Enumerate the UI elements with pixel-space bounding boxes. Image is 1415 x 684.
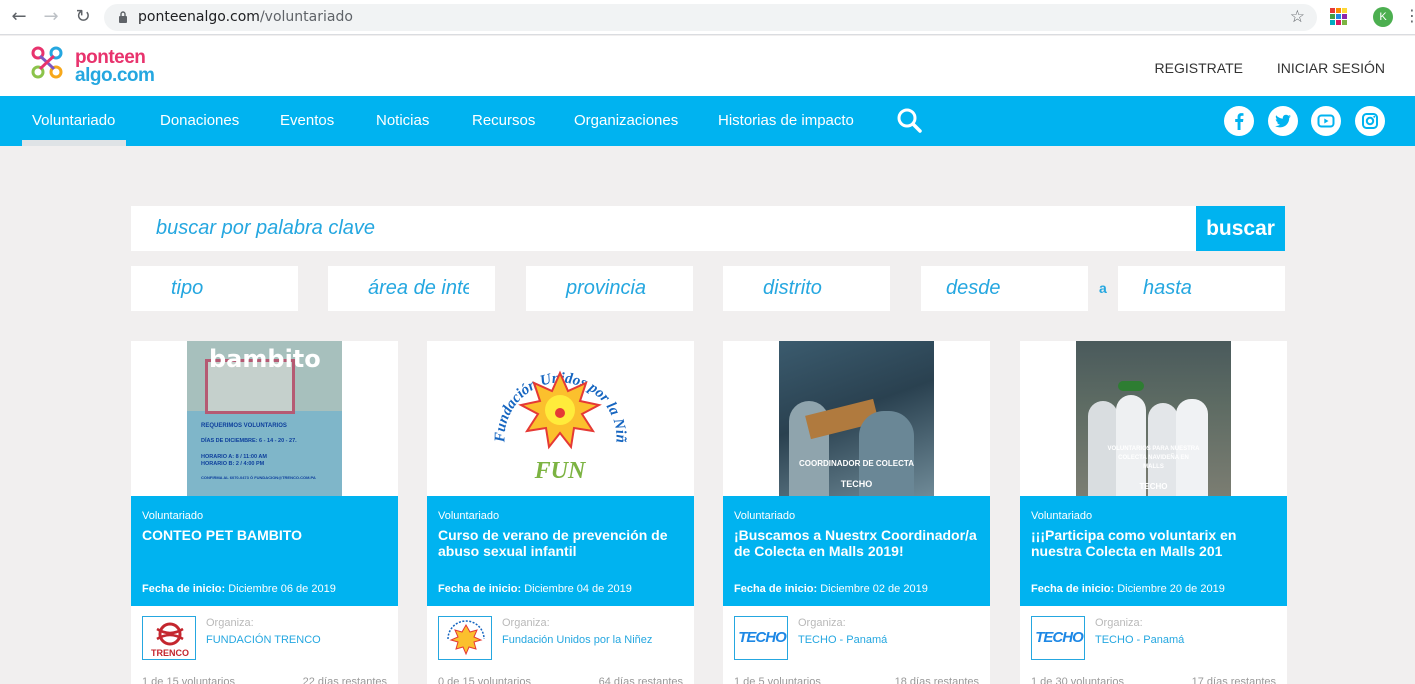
org-logo[interactable]: TECHO [734, 616, 788, 660]
filter-provincia[interactable]: provincia [526, 266, 693, 311]
date-range-separator: a [1099, 280, 1107, 296]
card-type: Voluntariado [438, 510, 500, 522]
reload-icon[interactable]: ↻ [73, 7, 93, 27]
lock-icon [119, 11, 127, 23]
volunteer-count: 1 de 15 voluntarios [142, 676, 235, 684]
account-links: REGISTRATE INICIAR SESIÓN [1125, 60, 1385, 76]
svg-text:FUN: FUN [534, 458, 587, 484]
login-link[interactable]: INICIAR SESIÓN [1277, 60, 1385, 76]
nav-item-eventos[interactable]: Eventos [280, 112, 334, 129]
card-image: VOLUNTARIOS PARA NUESTRA COLECTA NAVIDEÑ… [1076, 341, 1231, 496]
card-info-band: Voluntariado ¡Buscamos a Nuestrx Coordin… [723, 496, 990, 606]
org-name[interactable]: TECHO - Panamá [1095, 634, 1184, 646]
opportunity-card[interactable]: COORDINADOR DE COLECTA TECHO Voluntariad… [723, 341, 990, 684]
keyword-search [131, 206, 1196, 251]
forward-icon[interactable]: → [41, 7, 61, 27]
filter-area-interes[interactable]: área de interés [328, 266, 495, 311]
youtube-icon[interactable] [1311, 106, 1341, 136]
twitter-icon[interactable] [1268, 106, 1298, 136]
search-button[interactable]: buscar [1196, 206, 1285, 251]
org-label: Organiza: [798, 617, 846, 629]
back-icon[interactable]: ← [9, 7, 29, 27]
filter-tipo[interactable]: tipo [131, 266, 298, 311]
fun-logo-icon: Fundación Unidos por la Niñez FUN [483, 341, 629, 484]
card-type: Voluntariado [142, 510, 204, 522]
card-title[interactable]: Curso de verano de prevención de abuso s… [438, 527, 688, 559]
card-image: Fundación Unidos por la Niñez FUN [483, 341, 638, 496]
card-info-band: Voluntariado Curso de verano de prevenci… [427, 496, 694, 606]
profile-avatar[interactable]: K [1373, 7, 1393, 27]
volunteer-count: 0 de 15 voluntarios [438, 676, 531, 684]
browser-menu-icon[interactable]: ⋮ [1404, 7, 1415, 27]
logo-wordmark: ponteen algo.com [75, 47, 155, 86]
org-logo[interactable]: TECHO [1031, 616, 1085, 660]
main-nav: Voluntariado Donaciones Eventos Noticias… [0, 96, 1415, 146]
bookmark-star-icon[interactable]: ☆ [1290, 7, 1305, 27]
card-title[interactable]: CONTEO PET BAMBITO [142, 527, 392, 543]
nav-item-organizaciones[interactable]: Organizaciones [574, 112, 678, 129]
days-remaining: 22 días restantes [302, 676, 387, 684]
facebook-icon[interactable] [1224, 106, 1254, 136]
card-type: Voluntariado [1031, 510, 1093, 522]
url-text: ponteenalgo.com/voluntariado [138, 9, 353, 25]
card-title[interactable]: ¡¡¡Participa como voluntarix en nuestra … [1031, 527, 1281, 559]
search-input[interactable] [131, 206, 1196, 251]
filter-desde[interactable]: desde [921, 266, 1088, 311]
register-link[interactable]: REGISTRATE [1155, 60, 1243, 76]
nav-item-donaciones[interactable]: Donaciones [160, 112, 239, 129]
days-remaining: 17 días restantes [1191, 676, 1276, 684]
days-remaining: 18 días restantes [894, 676, 979, 684]
volunteer-count: 1 de 30 voluntarios [1031, 676, 1124, 684]
filter-hasta[interactable]: hasta [1118, 266, 1285, 311]
card-start-date: Fecha de inicio: Diciembre 02 de 2019 [734, 583, 928, 595]
org-name[interactable]: TECHO - Panamá [798, 634, 887, 646]
card-title[interactable]: ¡Buscamos a Nuestrx Coordinador/a de Col… [734, 527, 984, 559]
opportunity-card[interactable]: VOLUNTARIOS PARA NUESTRA COLECTA NAVIDEÑ… [1020, 341, 1287, 684]
card-info-band: Voluntariado CONTEO PET BAMBITO Fecha de… [131, 496, 398, 606]
nav-item-noticias[interactable]: Noticias [376, 112, 429, 129]
opportunity-card[interactable]: bambito REQUERIMOS VOLUNTARIOS DÍAS DE D… [131, 341, 398, 684]
card-start-date: Fecha de inicio: Diciembre 20 de 2019 [1031, 583, 1225, 595]
site-logo[interactable]: ponteen algo.com [30, 44, 160, 88]
volunteer-count: 1 de 5 voluntarios [734, 676, 821, 684]
org-label: Organiza: [502, 617, 550, 629]
browser-toolbar: ← → ↻ ponteenalgo.com/voluntariado ☆ K ⋮ [0, 0, 1415, 35]
instagram-icon[interactable] [1355, 106, 1385, 136]
address-bar[interactable]: ponteenalgo.com/voluntariado ☆ [104, 4, 1317, 31]
card-image: bambito REQUERIMOS VOLUNTARIOS DÍAS DE D… [187, 341, 342, 496]
search-icon[interactable] [896, 107, 922, 133]
org-label: Organiza: [206, 617, 254, 629]
card-type: Voluntariado [734, 510, 796, 522]
org-logo[interactable] [438, 616, 492, 660]
org-logo[interactable]: TRENCO [142, 616, 196, 660]
org-name[interactable]: Fundación Unidos por la Niñez [502, 634, 652, 646]
site-header: ponteen algo.com REGISTRATE INICIAR SESI… [0, 36, 1415, 96]
nav-item-historias[interactable]: Historias de impacto [718, 112, 854, 129]
nav-item-recursos[interactable]: Recursos [472, 112, 535, 129]
card-info-band: Voluntariado ¡¡¡Participa como voluntari… [1020, 496, 1287, 606]
extension-icon[interactable] [1330, 8, 1347, 25]
card-start-date: Fecha de inicio: Diciembre 04 de 2019 [438, 583, 632, 595]
filter-distrito[interactable]: distrito [723, 266, 890, 311]
card-image: COORDINADOR DE COLECTA TECHO [779, 341, 934, 496]
nav-active-indicator [22, 140, 126, 146]
nav-item-voluntariado[interactable]: Voluntariado [32, 112, 115, 129]
org-name[interactable]: FUNDACIÓN TRENCO [206, 634, 321, 646]
card-start-date: Fecha de inicio: Diciembre 06 de 2019 [142, 583, 336, 595]
logo-mark-icon [31, 46, 63, 79]
opportunity-card[interactable]: Fundación Unidos por la Niñez FUN Volunt… [427, 341, 694, 684]
days-remaining: 64 días restantes [598, 676, 683, 684]
org-label: Organiza: [1095, 617, 1143, 629]
